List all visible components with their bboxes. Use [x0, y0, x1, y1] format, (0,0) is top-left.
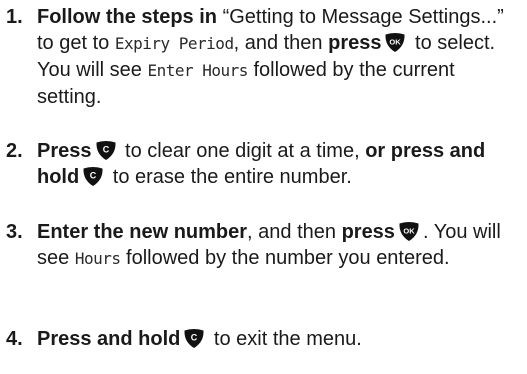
ok-key-icon: OK	[384, 31, 406, 53]
step-3: 3. Enter the new number, and then press O…	[6, 219, 521, 272]
svg-text:OK: OK	[403, 227, 415, 236]
step-number: 2.	[6, 140, 23, 162]
step-text-segment: to erase the entire number.	[107, 166, 352, 188]
svg-text:OK: OK	[390, 38, 402, 47]
step-2: 2. Press C to clear one digit at a time, …	[6, 138, 521, 190]
ok-key-icon: OK	[398, 220, 420, 242]
step-text-segment: , and then	[247, 221, 342, 243]
step-emphasis: press	[328, 32, 382, 54]
step-text: Press C to clear one digit at a time, or …	[37, 138, 521, 190]
step-emphasis: Enter the new number	[37, 221, 248, 243]
step-number: 3.	[6, 221, 23, 243]
step-number: 4.	[6, 328, 23, 350]
step-text-segment: followed by the number you entered.	[120, 247, 450, 269]
svg-text:C: C	[191, 333, 198, 343]
step-4: 4. Press and hold C to exit the menu.	[6, 326, 521, 352]
svg-text:C: C	[90, 171, 97, 181]
step-emphasis: press	[341, 221, 395, 243]
step-text-segment: to exit the menu.	[208, 328, 362, 350]
clear-key-icon: C	[82, 165, 104, 187]
step-text: Follow the steps in “Getting to Message …	[37, 4, 521, 110]
display-text-expiry-period: Expiry Period	[114, 34, 234, 53]
display-text-enter-hours: Enter Hours	[147, 61, 248, 80]
svg-text:C: C	[102, 145, 109, 155]
step-text: Enter the new number, and then press OK. …	[37, 219, 521, 272]
step-emphasis: Follow the steps in	[37, 6, 218, 28]
display-text-hours: Hours	[74, 249, 121, 268]
step-number: 1.	[6, 6, 23, 28]
step-emphasis: Press and hold	[37, 328, 181, 350]
clear-key-icon: C	[95, 139, 117, 161]
step-emphasis: Press	[37, 140, 92, 162]
clear-key-icon: C	[183, 327, 205, 349]
step-1: 1. Follow the steps in “Getting to Messa…	[6, 4, 521, 110]
step-text-segment: to clear one digit at a time,	[119, 140, 366, 162]
step-text-segment: , and then	[233, 32, 329, 54]
step-text: Press and hold C to exit the menu.	[37, 326, 521, 352]
instruction-page: 1. Follow the steps in “Getting to Messa…	[0, 0, 527, 374]
